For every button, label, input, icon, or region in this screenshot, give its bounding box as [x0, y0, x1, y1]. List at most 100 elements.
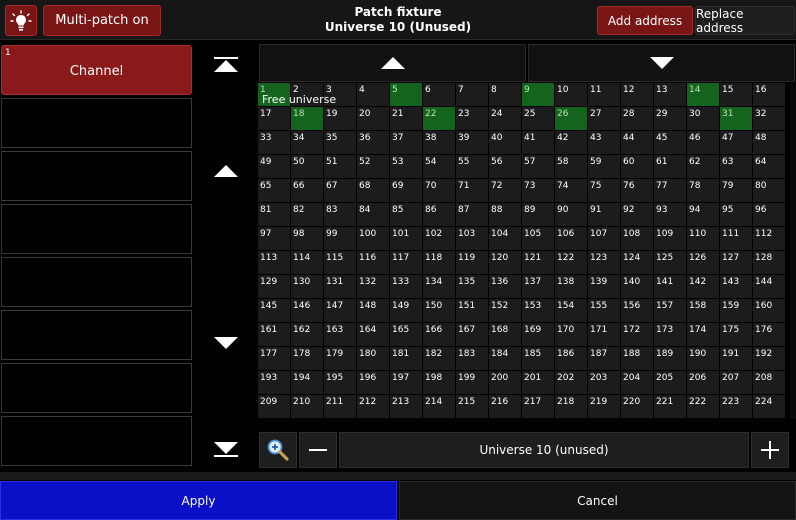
address-cell[interactable]: 147: [324, 299, 357, 323]
address-cell[interactable]: 214: [423, 395, 456, 419]
address-cell[interactable]: 183: [456, 347, 489, 371]
address-cell[interactable]: 158: [687, 299, 720, 323]
address-cell[interactable]: 71: [456, 179, 489, 203]
address-cell[interactable]: 123: [588, 251, 621, 275]
address-cell[interactable]: 151: [456, 299, 489, 323]
address-cell[interactable]: 148: [357, 299, 390, 323]
address-cell[interactable]: 56: [489, 155, 522, 179]
previous-universe-button[interactable]: [299, 432, 337, 468]
address-cell[interactable]: 9: [522, 83, 555, 107]
apply-button[interactable]: Apply: [0, 481, 397, 520]
address-cell[interactable]: 160: [753, 299, 786, 323]
address-cell[interactable]: 14: [687, 83, 720, 107]
address-cell[interactable]: 100: [357, 227, 390, 251]
address-cell[interactable]: 171: [588, 323, 621, 347]
address-cell[interactable]: 72: [489, 179, 522, 203]
address-cell[interactable]: 96: [753, 203, 786, 227]
address-cell[interactable]: 208: [753, 371, 786, 395]
address-cell[interactable]: 75: [588, 179, 621, 203]
address-cell[interactable]: 85: [390, 203, 423, 227]
address-cell[interactable]: 82: [291, 203, 324, 227]
address-cell[interactable]: 170: [555, 323, 588, 347]
address-cell[interactable]: 146: [291, 299, 324, 323]
address-cell[interactable]: 26: [555, 107, 588, 131]
address-cell[interactable]: 99: [324, 227, 357, 251]
address-cell[interactable]: 139: [588, 275, 621, 299]
address-cell[interactable]: 12: [621, 83, 654, 107]
address-cell[interactable]: 191: [720, 347, 753, 371]
address-cell[interactable]: 133: [390, 275, 423, 299]
address-cell[interactable]: 54: [423, 155, 456, 179]
grid-scrollbar[interactable]: [790, 83, 796, 419]
address-cell[interactable]: 210: [291, 395, 324, 419]
address-cell[interactable]: 175: [720, 323, 753, 347]
address-cell[interactable]: 17: [258, 107, 291, 131]
address-cell[interactable]: 107: [588, 227, 621, 251]
address-cell[interactable]: 137: [522, 275, 555, 299]
scroll-top-button[interactable]: [204, 50, 248, 80]
address-cell[interactable]: 196: [357, 371, 390, 395]
address-cell[interactable]: 117: [390, 251, 423, 275]
address-cell[interactable]: 4: [357, 83, 390, 107]
address-cell[interactable]: 159: [720, 299, 753, 323]
address-cell[interactable]: 120: [489, 251, 522, 275]
address-cell[interactable]: 174: [687, 323, 720, 347]
multi-patch-button[interactable]: Multi-patch on: [43, 5, 161, 36]
address-cell[interactable]: 46: [687, 131, 720, 155]
address-cell[interactable]: 141: [654, 275, 687, 299]
address-cell[interactable]: 145: [258, 299, 291, 323]
address-cell[interactable]: 195: [324, 371, 357, 395]
address-cell[interactable]: 218: [555, 395, 588, 419]
address-cell[interactable]: 220: [621, 395, 654, 419]
address-cell[interactable]: 47: [720, 131, 753, 155]
address-cell[interactable]: 153: [522, 299, 555, 323]
address-cell[interactable]: 22: [423, 107, 456, 131]
address-cell[interactable]: 83: [324, 203, 357, 227]
address-cell[interactable]: 24: [489, 107, 522, 131]
zoom-button[interactable]: [259, 432, 297, 468]
address-cell[interactable]: 103: [456, 227, 489, 251]
address-cell[interactable]: 66: [291, 179, 324, 203]
address-cell[interactable]: 129: [258, 275, 291, 299]
address-cell[interactable]: 131: [324, 275, 357, 299]
address-cell[interactable]: 111: [720, 227, 753, 251]
next-universe-button[interactable]: [751, 432, 789, 468]
address-cell[interactable]: 180: [357, 347, 390, 371]
address-cell[interactable]: 11: [588, 83, 621, 107]
address-cell[interactable]: 55: [456, 155, 489, 179]
address-cell[interactable]: 200: [489, 371, 522, 395]
address-cell[interactable]: 45: [654, 131, 687, 155]
address-cell[interactable]: 48: [753, 131, 786, 155]
address-cell[interactable]: 106: [555, 227, 588, 251]
address-cell[interactable]: 121: [522, 251, 555, 275]
address-cell[interactable]: 217: [522, 395, 555, 419]
address-cell[interactable]: 204: [621, 371, 654, 395]
address-cell[interactable]: 122: [555, 251, 588, 275]
address-cell[interactable]: 138: [555, 275, 588, 299]
address-cell[interactable]: 42: [555, 131, 588, 155]
address-cell[interactable]: 173: [654, 323, 687, 347]
address-cell[interactable]: 201: [522, 371, 555, 395]
address-cell[interactable]: 136: [489, 275, 522, 299]
address-cell[interactable]: 188: [621, 347, 654, 371]
address-cell[interactable]: 164: [357, 323, 390, 347]
address-cell[interactable]: 124: [621, 251, 654, 275]
address-cell[interactable]: 13: [654, 83, 687, 107]
address-cell[interactable]: 101: [390, 227, 423, 251]
address-cell[interactable]: 16: [753, 83, 786, 107]
address-cell[interactable]: 194: [291, 371, 324, 395]
address-cell[interactable]: 172: [621, 323, 654, 347]
address-cell[interactable]: 77: [654, 179, 687, 203]
address-cell[interactable]: 102: [423, 227, 456, 251]
address-cell[interactable]: 135: [456, 275, 489, 299]
address-cell[interactable]: 44: [621, 131, 654, 155]
address-cell[interactable]: 212: [357, 395, 390, 419]
address-cell[interactable]: 207: [720, 371, 753, 395]
address-cell[interactable]: 161: [258, 323, 291, 347]
address-cell[interactable]: 60: [621, 155, 654, 179]
address-cell[interactable]: 86: [423, 203, 456, 227]
address-cell[interactable]: 39: [456, 131, 489, 155]
address-cell[interactable]: 132: [357, 275, 390, 299]
address-cell[interactable]: 87: [456, 203, 489, 227]
address-cell[interactable]: 95: [720, 203, 753, 227]
